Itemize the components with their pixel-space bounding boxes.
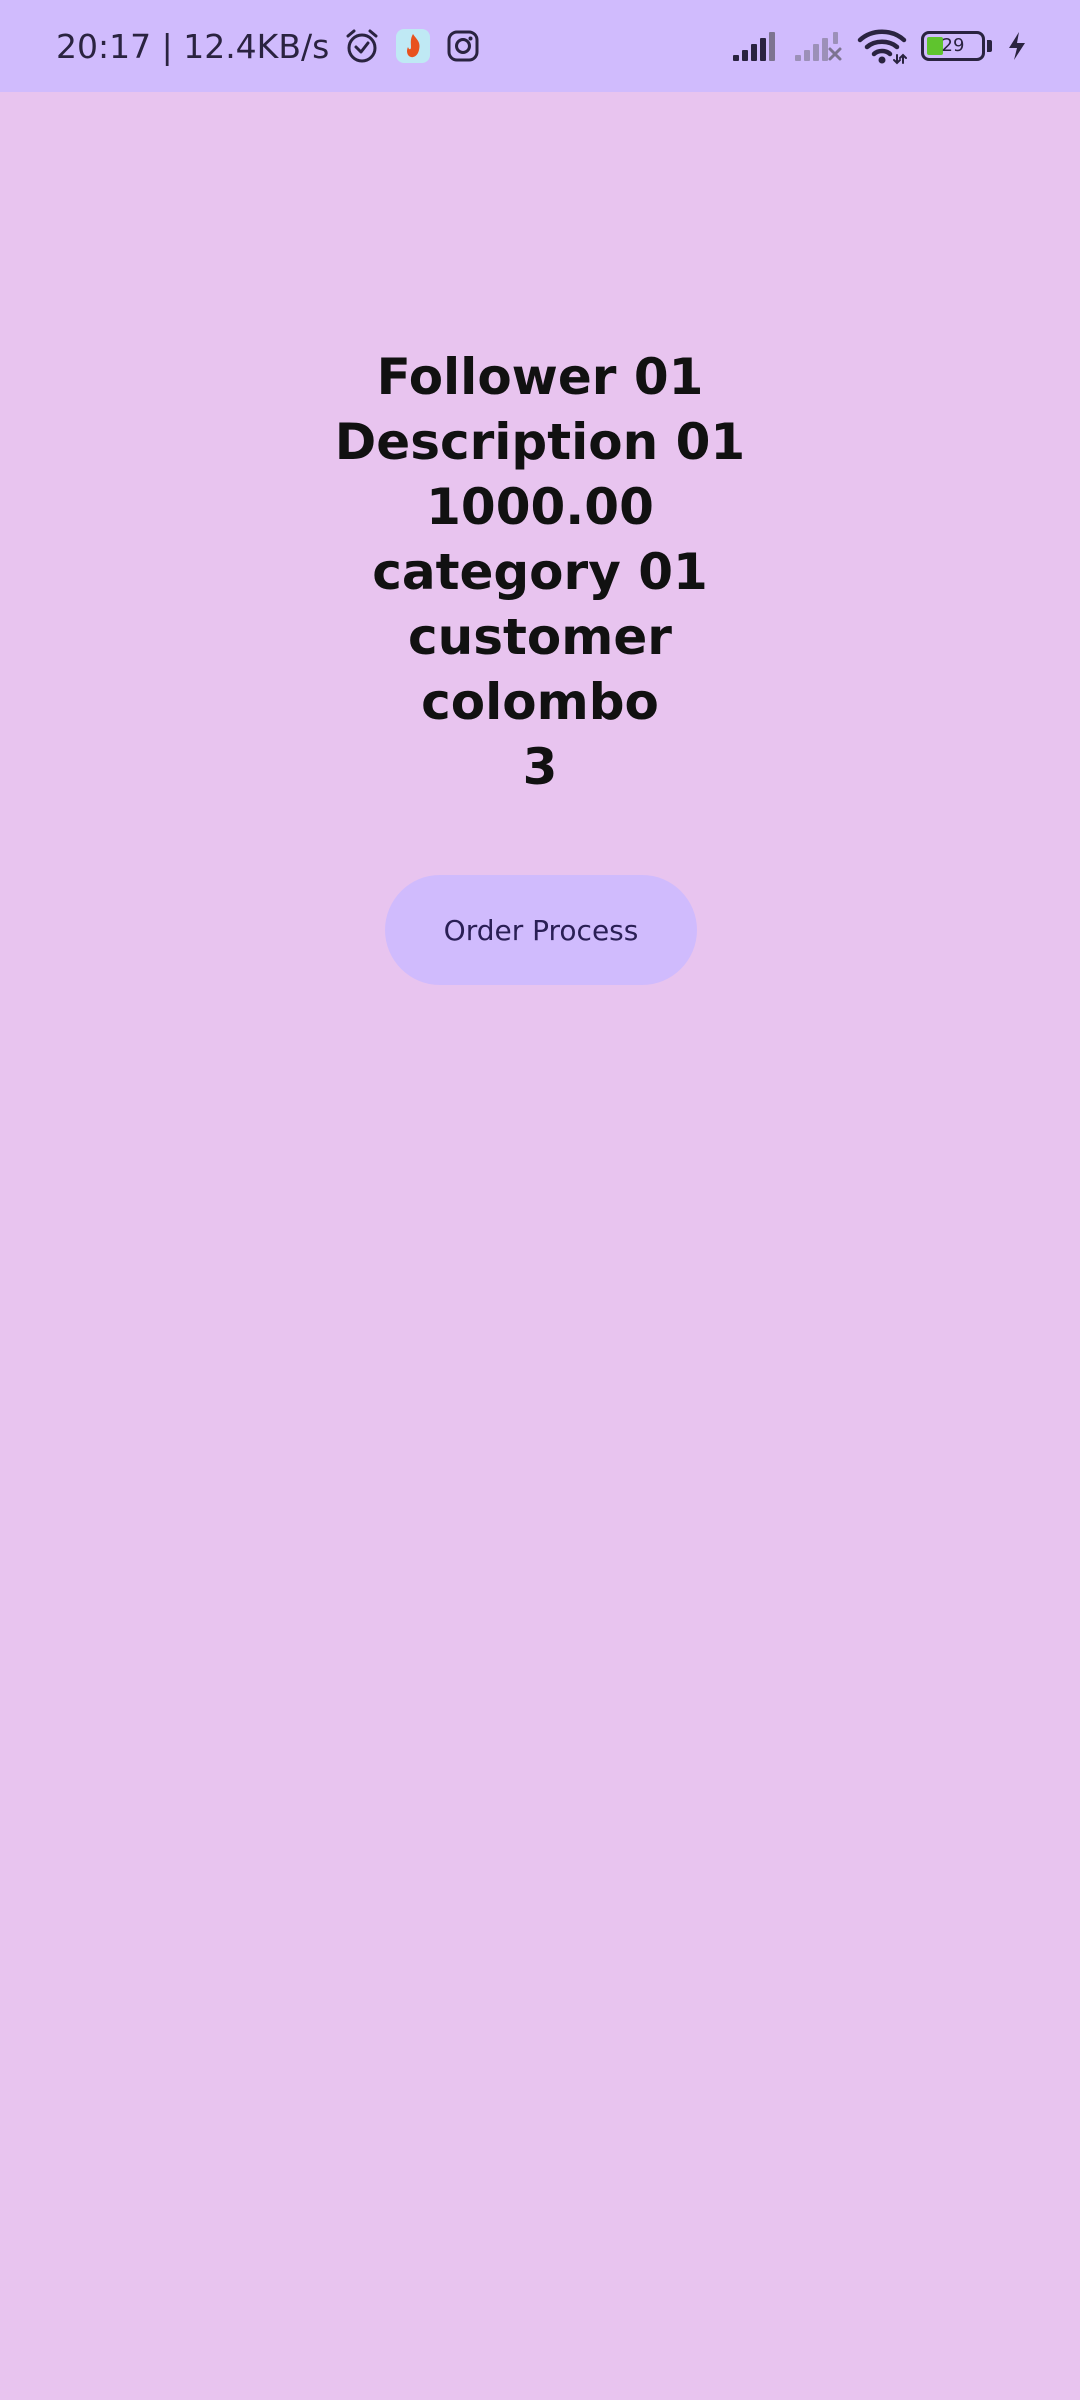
status-bar: 20:17 | 12.4KB/s 29: [0, 0, 1080, 92]
wifi-icon: [857, 27, 907, 65]
alarm-icon: [343, 27, 381, 65]
instagram-icon: [445, 28, 481, 64]
status-time-speed: 20:17 | 12.4KB/s: [56, 26, 330, 66]
order-process-button[interactable]: Order Process: [385, 875, 697, 985]
battery-body: 29: [921, 31, 985, 61]
quantity-value: 3: [522, 738, 558, 796]
order-details: Follower 01 Description 01 1000.00 categ…: [0, 345, 1080, 800]
follower-name: Follower 01: [376, 348, 704, 406]
signal-icon: [731, 29, 779, 63]
signal-no-service-icon: [793, 29, 843, 63]
customer-text: customer: [408, 608, 672, 666]
category-text: category 01: [372, 543, 708, 601]
status-right: 29: [731, 0, 1028, 92]
app-notification-icon: [395, 28, 431, 64]
price-value: 1000.00: [426, 478, 654, 536]
order-process-label: Order Process: [443, 913, 639, 947]
battery-icon: 29: [921, 31, 992, 61]
location-text: colombo: [421, 673, 659, 731]
description-text: Description 01: [334, 413, 746, 471]
charging-icon: [1006, 30, 1028, 62]
battery-level: 29: [941, 35, 965, 56]
battery-cap: [987, 40, 992, 52]
status-left: 20:17 | 12.4KB/s: [56, 0, 481, 92]
